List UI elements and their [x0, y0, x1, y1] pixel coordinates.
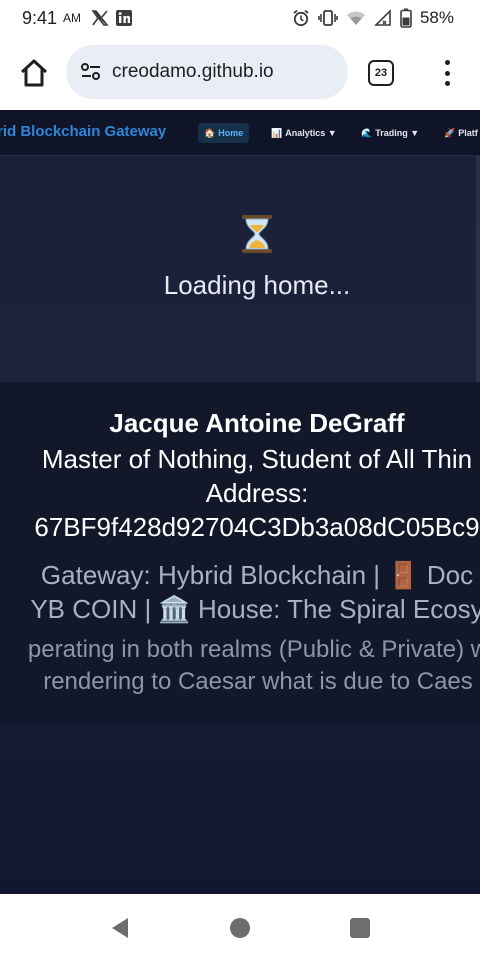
site-brand[interactable]: rid Blockchain Gateway [0, 123, 166, 140]
loading-panel: Loading home... [0, 156, 480, 382]
scroll-edge [476, 156, 480, 382]
system-navigation-bar [0, 894, 480, 960]
browser-menu-button[interactable] [436, 58, 458, 88]
loading-message: Loading home... [163, 270, 351, 300]
home-icon: 🏠 [204, 127, 216, 138]
address-bar[interactable]: creodamo.github.io [66, 45, 348, 99]
nav-item-label: Trading ▼ [375, 128, 420, 138]
site-navbar: rid Blockchain Gateway 🏠 Home 📊 Analytic… [0, 110, 480, 156]
menu-dot [444, 60, 450, 65]
battery-percent: 58% [419, 8, 454, 27]
hourglass-icon [242, 215, 272, 253]
x-icon [91, 10, 109, 26]
coin-house-line: YB COIN | 🏛️ House: The Spiral Ecosy [30, 594, 480, 624]
status-right: 58% [292, 8, 454, 28]
address-label: Address: [205, 478, 309, 508]
home-icon [20, 59, 48, 87]
menu-dot [444, 70, 450, 76]
url-text[interactable]: creodamo.github.io [112, 61, 274, 83]
web-page: rid Blockchain Gateway 🏠 Home 📊 Analytic… [0, 110, 480, 894]
nav-item-trading[interactable]: 🌊 Trading ▼ [361, 123, 419, 143]
profile-card: Jacque Antoine DeGraff Master of Nothing… [0, 382, 480, 722]
profile-note-line: perating in both realms (Public & Privat… [27, 636, 480, 663]
profile-name: Jacque Antoine DeGraff [109, 408, 405, 438]
menu-dot [444, 81, 450, 86]
signal-icon [374, 9, 391, 26]
nav-item-label: Analytics ▼ [285, 128, 337, 138]
profile-tagline: Master of Nothing, Student of All Thin [41, 444, 473, 474]
nav-item-platform[interactable]: 🚀 Platf [444, 123, 478, 143]
back-icon[interactable] [108, 916, 132, 940]
status-bar: 9:41 AM 58% [0, 0, 480, 36]
browser-toolbar: creodamo.github.io 23 [0, 36, 480, 110]
linkedin-icon [116, 10, 133, 26]
tab-switcher-button[interactable]: 23 [368, 60, 394, 86]
alarm-icon [293, 9, 309, 27]
browser-home-button[interactable] [18, 58, 50, 88]
rocket-icon: 🚀 [444, 127, 456, 138]
vibrate-icon [318, 10, 338, 26]
status-ampm: AM [63, 11, 82, 25]
wallet-address: 67BF9f428d92704C3Db3a08dC05Bc9 [34, 512, 480, 542]
home-button-icon[interactable] [230, 918, 250, 938]
gateway-line: Gateway: Hybrid Blockchain | 🚪 Doc [40, 560, 474, 590]
page-footer-area [0, 722, 480, 894]
wifi-icon [346, 11, 365, 25]
chart-icon: 📊 [271, 127, 283, 138]
status-left: 9:41 AM [22, 8, 133, 29]
wave-icon: 🌊 [361, 127, 373, 138]
nav-item-home[interactable]: 🏠 Home [198, 123, 250, 143]
profile-note-line: rendering to Caesar what is due to Caes [43, 668, 473, 695]
battery-icon [400, 8, 412, 28]
recent-apps-icon[interactable] [350, 918, 370, 938]
nav-item-label: Home [218, 128, 244, 138]
nav-item-label: Platf [458, 128, 478, 138]
site-settings-icon[interactable] [80, 62, 102, 82]
nav-item-analytics[interactable]: 📊 Analytics ▼ [271, 123, 337, 143]
status-time: 9:41 [22, 7, 58, 28]
